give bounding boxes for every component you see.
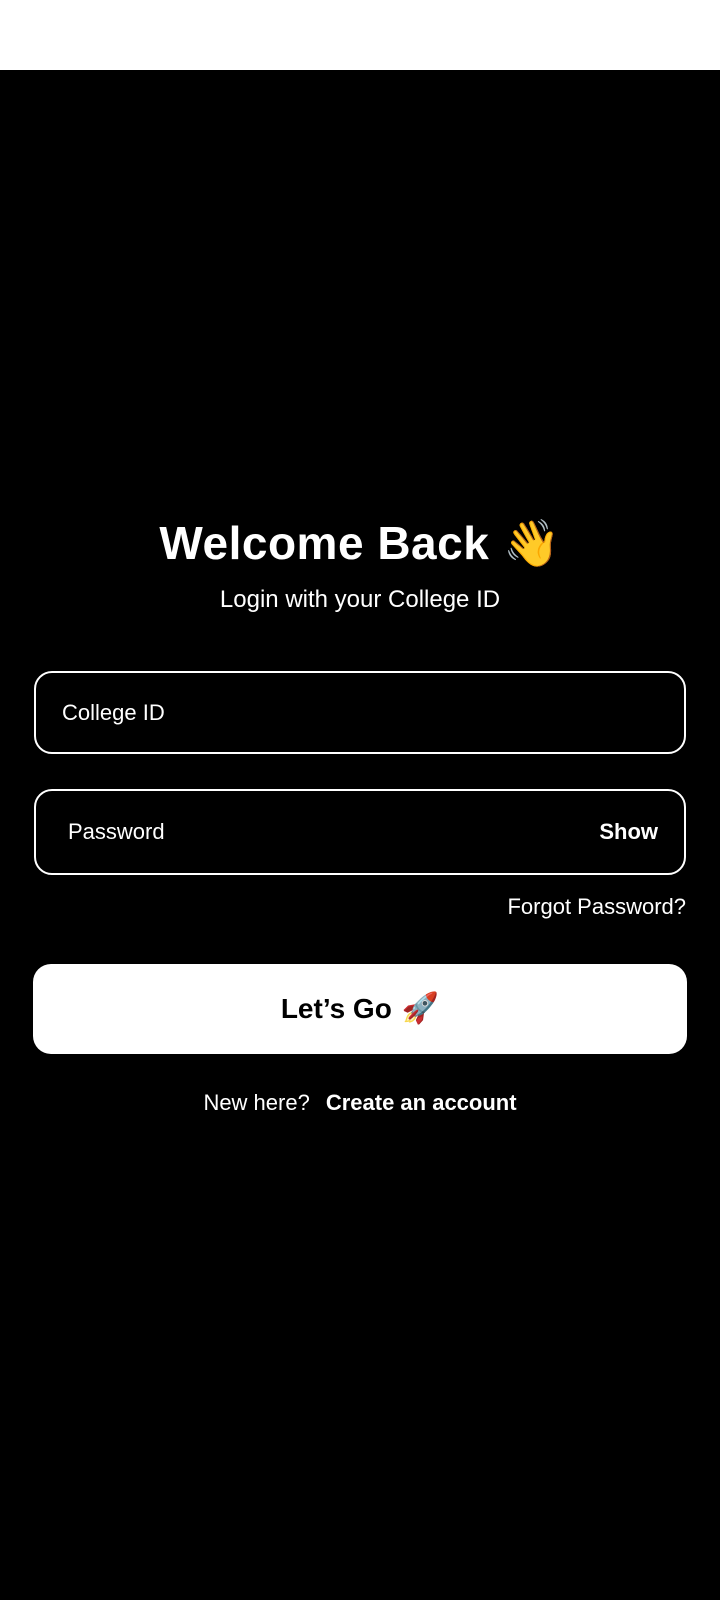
college-id-field[interactable] (34, 671, 686, 754)
forgot-password-link[interactable]: Forgot Password? (507, 894, 686, 920)
password-field[interactable]: Show (34, 789, 686, 875)
rocket-icon: 🚀 (401, 992, 440, 1025)
signup-prompt: New here? (203, 1090, 310, 1115)
waving-hand-icon: 👋 (503, 517, 561, 569)
page-subtitle: Login with your College ID (219, 586, 501, 613)
login-screen: Welcome Back 👋 Login with your College I… (0, 0, 720, 1600)
login-button-label: Let’s Go (280, 993, 392, 1024)
college-id-input[interactable] (60, 672, 684, 753)
login-button[interactable]: Let’s Go 🚀 (33, 964, 687, 1054)
title-row: Welcome Back 👋 (0, 508, 720, 578)
status-bar (0, 0, 720, 70)
show-password-toggle[interactable]: Show (599, 819, 658, 845)
page-title: Welcome Back (159, 517, 490, 569)
create-account-link[interactable]: Create an account (326, 1090, 517, 1116)
password-input[interactable] (66, 790, 600, 874)
signup-row: New here? Create an account (0, 1090, 720, 1116)
